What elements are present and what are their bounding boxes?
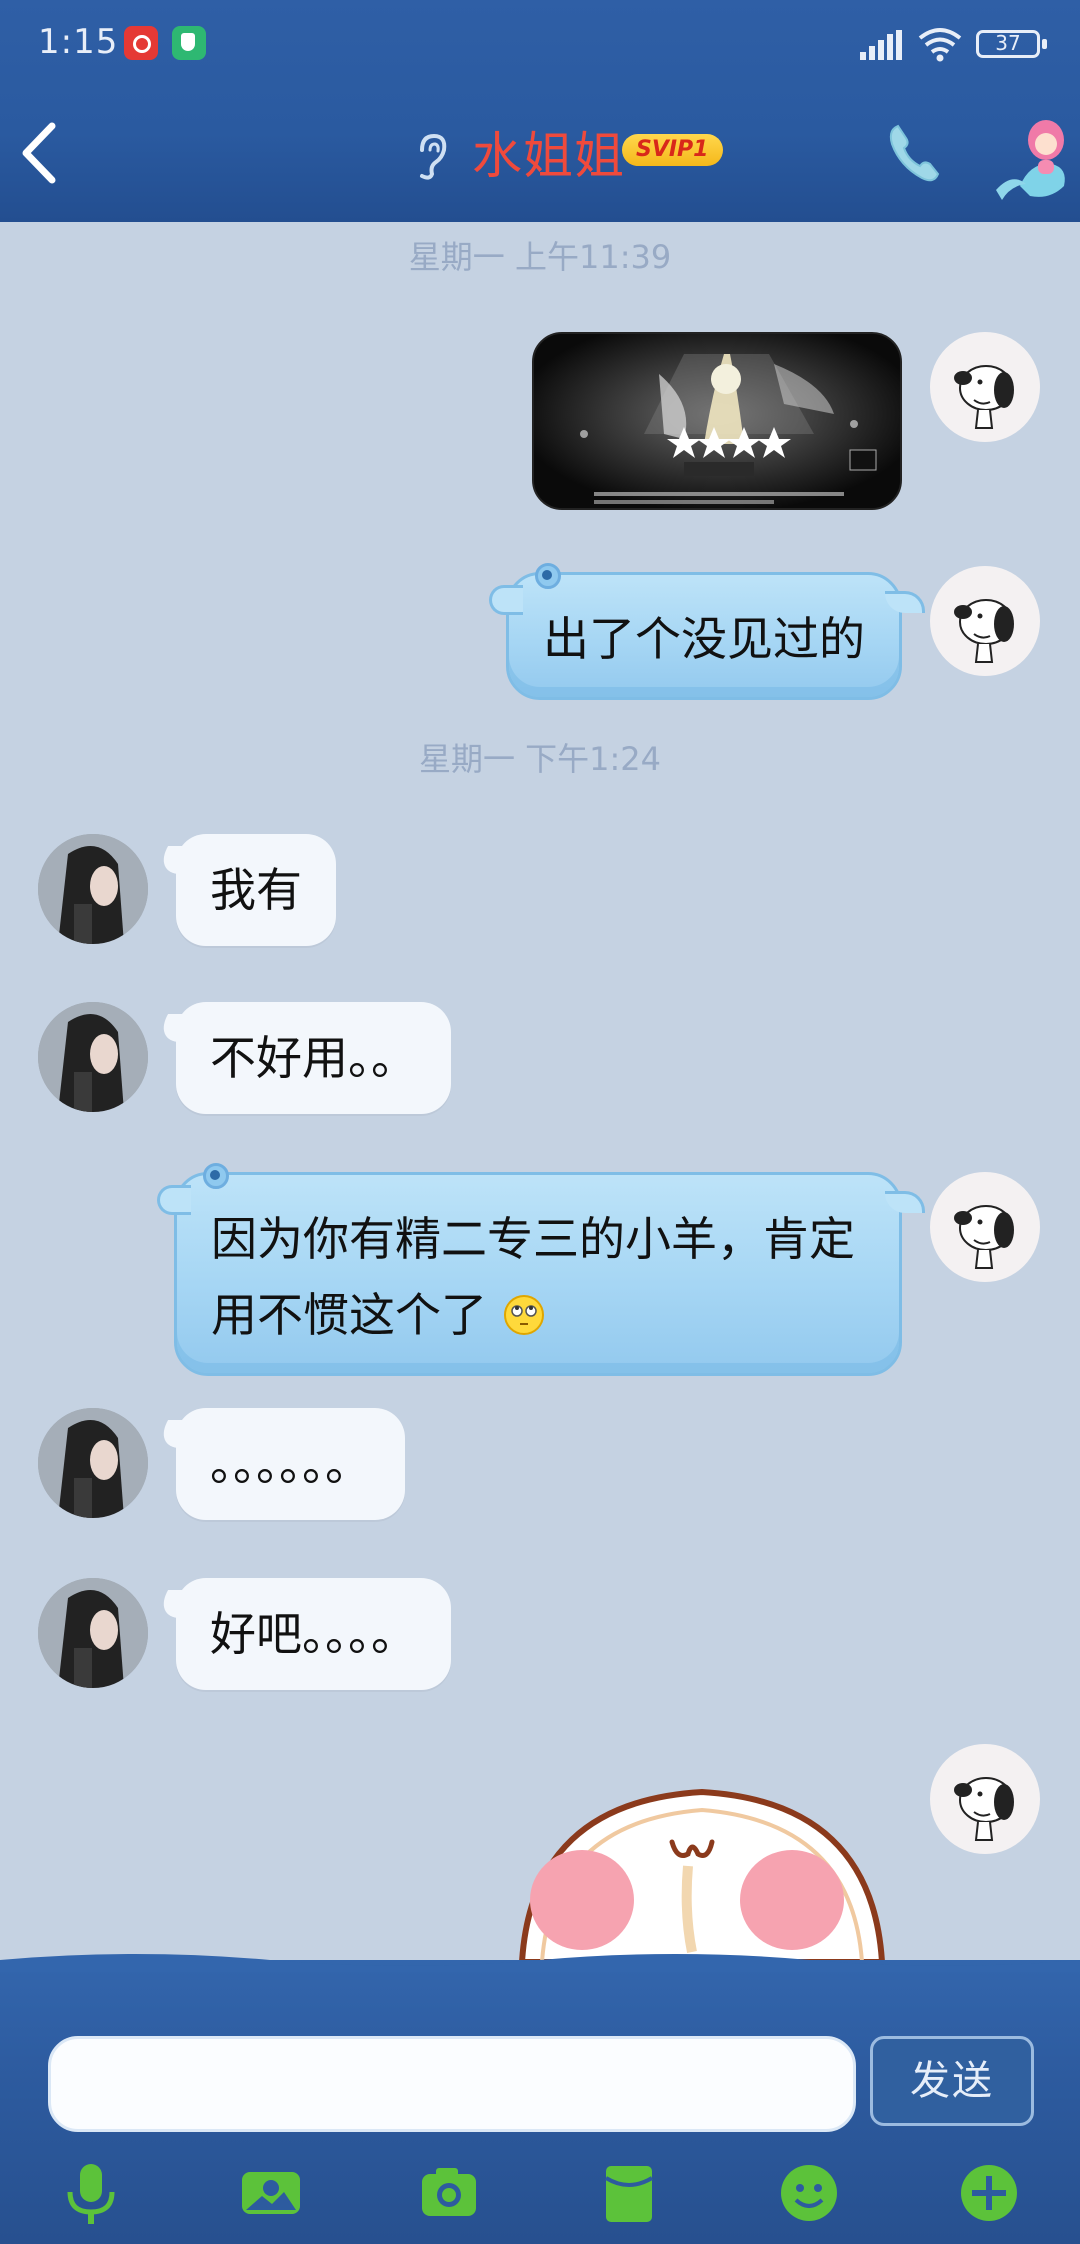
emoji-icon[interactable] (774, 2158, 844, 2228)
message-bubble-sent[interactable]: 因为你有精二专三的小羊，肯定用不惯这个了 (157, 1163, 925, 1376)
bun-sticker-image[interactable] (512, 1782, 892, 1960)
message-text: 出了个没见过的 (543, 612, 865, 666)
message-bubble-sent[interactable]: 出了个没见过的 (489, 563, 925, 700)
ear-icon[interactable] (410, 130, 450, 182)
message-text: 不好用。。 (210, 1031, 417, 1085)
message-text: 好吧。。。。 (210, 1607, 417, 1661)
game-screenshot-image (534, 334, 900, 508)
message-bubble-received[interactable]: 不好用。。 (176, 1002, 451, 1114)
emoji-rolling-eyes-icon (503, 1295, 544, 1335)
red-packet-icon[interactable] (594, 2158, 664, 2228)
battery-level: 37 (995, 31, 1021, 55)
chat-header: 1:15 37 水姐姐 SVIP1 (0, 0, 1080, 222)
input-area: 发送 (0, 1954, 1080, 2244)
snoopy-icon (954, 1205, 1014, 1269)
contact-avatar[interactable] (38, 1002, 148, 1112)
snoopy-icon (954, 599, 1014, 663)
status-time: 1:15 (38, 22, 119, 62)
contact-avatar[interactable] (38, 1408, 148, 1518)
photo-icon[interactable] (236, 2158, 306, 2228)
girl-avatar-icon (38, 1002, 148, 1112)
chat-area[interactable]: 星期一 上午11:39 出了个没见过的 星期一 下午1:24 我有 不好用。。 … (0, 222, 1080, 1960)
title-bar: 水姐姐 SVIP1 (0, 90, 1080, 222)
image-message[interactable] (532, 332, 902, 510)
send-button[interactable]: 发送 (870, 2036, 1034, 2126)
wifi-icon (918, 28, 962, 62)
message-bubble-received[interactable]: 。。。。。。 (176, 1408, 405, 1520)
phone-call-icon[interactable] (884, 120, 944, 186)
snoopy-icon (954, 1777, 1014, 1841)
timestamp: 星期一 上午11:39 (408, 238, 672, 276)
message-text: 。。。。。。 (210, 1437, 371, 1491)
my-avatar[interactable] (930, 566, 1040, 676)
contact-avatar[interactable] (38, 834, 148, 944)
camera-icon[interactable] (414, 2158, 484, 2228)
message-input[interactable] (48, 2036, 856, 2132)
girl-avatar-icon (38, 1578, 148, 1688)
mermaid-avatar-icon[interactable] (990, 110, 1076, 206)
girl-avatar-icon (38, 1408, 148, 1518)
snoopy-icon (954, 365, 1014, 429)
input-toolbar (0, 2152, 1080, 2244)
message-bubble-received[interactable]: 好吧。。。。 (176, 1578, 451, 1690)
message-text: 我有 (210, 863, 302, 917)
battery-icon: 37 (976, 30, 1047, 58)
timestamp: 星期一 下午1:24 (418, 740, 662, 778)
contact-avatar[interactable] (38, 1578, 148, 1688)
microphone-icon[interactable] (56, 2158, 126, 2228)
my-avatar[interactable] (930, 1172, 1040, 1282)
svip-badge[interactable]: SVIP1 (622, 134, 723, 166)
back-arrow-icon[interactable] (12, 118, 72, 188)
signal-icon (860, 30, 904, 60)
contact-name[interactable]: 水姐姐 (472, 116, 625, 188)
plus-icon[interactable] (954, 2158, 1024, 2228)
security-shield-icon (172, 26, 206, 60)
status-bar: 1:15 37 (0, 0, 1080, 90)
my-avatar[interactable] (930, 1744, 1040, 1854)
girl-avatar-icon (38, 834, 148, 944)
message-bubble-received[interactable]: 我有 (176, 834, 336, 946)
wave-divider (0, 1954, 1080, 1972)
my-avatar[interactable] (930, 332, 1040, 442)
netease-music-icon (124, 26, 158, 60)
